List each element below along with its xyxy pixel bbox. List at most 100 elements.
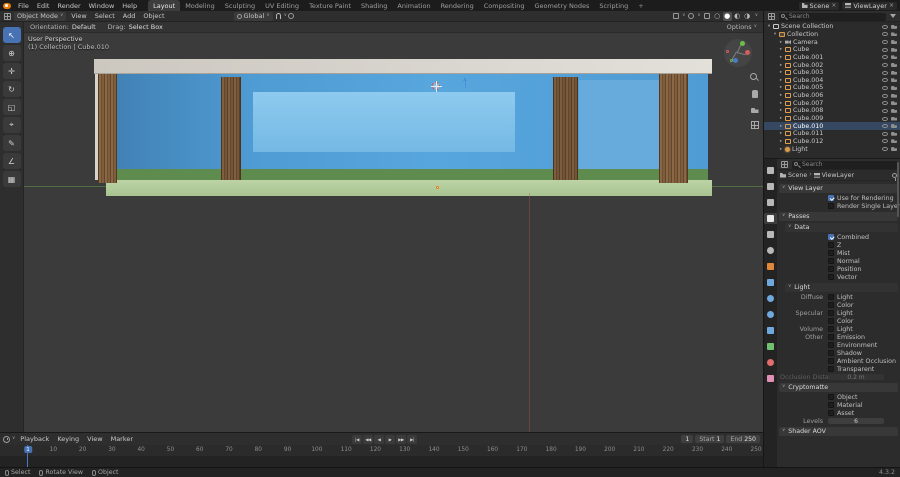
passes-light-panel-header[interactable]: ∨ Light bbox=[785, 283, 898, 292]
passes-panel-header[interactable]: ∨ Passes bbox=[779, 212, 898, 221]
checkbox-z[interactable] bbox=[828, 242, 834, 248]
expand-closed-icon[interactable]: ▸ bbox=[778, 63, 784, 68]
outliner-row[interactable]: ▸ Cube.004 bbox=[764, 76, 900, 84]
checkbox-environment[interactable] bbox=[828, 342, 834, 348]
outliner-row[interactable]: ▸ Light bbox=[764, 145, 900, 153]
transform-orientation-selector[interactable]: Global ∨ bbox=[233, 11, 273, 21]
toggle-render-icon[interactable] bbox=[891, 55, 897, 60]
property-row[interactable]: Color bbox=[778, 317, 899, 325]
outliner-row[interactable]: ▾ Scene Collection bbox=[764, 23, 900, 31]
expand-closed-icon[interactable]: ▸ bbox=[778, 139, 784, 144]
toggle-render-icon[interactable] bbox=[891, 116, 897, 121]
outliner-row[interactable]: ▸ Cube.001 bbox=[764, 54, 900, 62]
outliner-row[interactable]: ▸ Cube.007 bbox=[764, 99, 900, 107]
workspace-tab-scripting[interactable]: Scripting bbox=[594, 0, 633, 11]
checkbox-position[interactable] bbox=[828, 266, 834, 272]
timeline-menu-playback[interactable]: Playback bbox=[16, 435, 53, 444]
toggle-render-icon[interactable] bbox=[891, 40, 897, 45]
toggle-render-icon[interactable] bbox=[891, 147, 897, 152]
property-row[interactable]: Color bbox=[778, 301, 899, 309]
viewport-menu-view[interactable]: View bbox=[67, 12, 90, 21]
toggle-visibility-icon[interactable] bbox=[882, 108, 888, 113]
rotate-tool-button[interactable]: ↻ bbox=[2, 81, 21, 97]
wood-pillar-object[interactable] bbox=[553, 77, 578, 180]
workspace-tab-compositing[interactable]: Compositing bbox=[479, 0, 530, 11]
checkbox-color[interactable] bbox=[828, 302, 834, 308]
outliner-row[interactable]: ▸ Cube bbox=[764, 46, 900, 54]
property-row[interactable]: Occlusion Distance0.2 m bbox=[778, 373, 899, 381]
property-row[interactable]: Shadow bbox=[778, 349, 899, 357]
toggle-visibility-icon[interactable] bbox=[882, 85, 888, 90]
add-cube-tool-button[interactable]: ▦ bbox=[2, 171, 21, 187]
frame-start-field[interactable]: Start 1 bbox=[695, 435, 725, 443]
scene-selector[interactable]: Scene × bbox=[798, 1, 840, 10]
ortho-toggle-icon[interactable] bbox=[750, 121, 759, 129]
property-row[interactable]: Position bbox=[778, 265, 899, 273]
camera-view-icon[interactable] bbox=[750, 108, 759, 113]
cryptomatte-panel-header[interactable]: ∨ Cryptomatte bbox=[779, 383, 898, 392]
properties-tab-modifiers[interactable] bbox=[764, 277, 777, 288]
checkbox-shadow[interactable] bbox=[828, 350, 834, 356]
outliner-row[interactable]: ▸ Cube.002 bbox=[764, 61, 900, 69]
show-gizmo-icon[interactable] bbox=[673, 13, 680, 19]
expand-closed-icon[interactable]: ▸ bbox=[778, 47, 784, 52]
previous-keyframe-button[interactable]: ◀◀ bbox=[363, 434, 373, 444]
toggle-render-icon[interactable] bbox=[891, 47, 897, 52]
navigation-gizmo[interactable] bbox=[724, 39, 752, 67]
pan-hand-icon[interactable] bbox=[752, 90, 758, 98]
frame-ruler[interactable]: 10 20 30 40 50 60 70 80 90 100 110 120 130 140 150 160 1… bbox=[0, 445, 763, 457]
current-frame-field[interactable]: 1 bbox=[681, 435, 694, 443]
expand-closed-icon[interactable]: ▸ bbox=[778, 101, 784, 106]
checkbox-asset[interactable] bbox=[828, 410, 834, 416]
outliner-row[interactable]: ▸ Cube.011 bbox=[764, 130, 900, 138]
toggle-visibility-icon[interactable] bbox=[882, 147, 888, 152]
toggle-visibility-icon[interactable] bbox=[882, 63, 888, 68]
zoom-icon[interactable] bbox=[750, 73, 759, 82]
expand-closed-icon[interactable]: ▸ bbox=[778, 40, 784, 45]
outliner-row[interactable]: ▸ Cube.005 bbox=[764, 84, 900, 92]
workspace-tab-modeling[interactable]: Modeling bbox=[180, 0, 220, 11]
toggle-render-icon[interactable] bbox=[891, 101, 897, 106]
move-gizmo-z-arrow[interactable] bbox=[463, 77, 467, 88]
outliner-row[interactable]: ▸ Cube.003 bbox=[764, 69, 900, 77]
checkbox-emission[interactable] bbox=[828, 334, 834, 340]
cursor-tool-button[interactable]: ⊕ bbox=[2, 45, 21, 61]
toggle-render-icon[interactable] bbox=[891, 63, 897, 68]
wall-panel-center-object[interactable] bbox=[253, 92, 515, 152]
expand-closed-icon[interactable]: ▸ bbox=[778, 93, 784, 98]
viewport-menu-object[interactable]: Object bbox=[139, 12, 168, 21]
floor-front-object[interactable] bbox=[106, 180, 712, 196]
checkbox-color[interactable] bbox=[828, 318, 834, 324]
viewport-menu-add[interactable]: Add bbox=[119, 12, 140, 21]
blender-logo-icon[interactable] bbox=[3, 2, 11, 9]
toggle-render-icon[interactable] bbox=[891, 85, 897, 90]
outliner-row[interactable]: ▸ Cube.012 bbox=[764, 138, 900, 146]
outliner-row[interactable]: ▸ Camera bbox=[764, 38, 900, 46]
annotate-tool-button[interactable]: ✎ bbox=[2, 135, 21, 151]
property-row[interactable]: Mist bbox=[778, 249, 899, 257]
properties-tab-view-layer[interactable] bbox=[764, 213, 777, 224]
mode-selector[interactable]: Object Mode ∨ bbox=[14, 11, 67, 21]
outliner-search-input[interactable] bbox=[779, 12, 886, 21]
tweak-select-tool-button[interactable]: ↖ bbox=[2, 27, 21, 43]
toggle-visibility-icon[interactable] bbox=[882, 24, 888, 29]
expand-closed-icon[interactable]: ▸ bbox=[778, 124, 784, 129]
checkbox-material[interactable] bbox=[828, 402, 834, 408]
axis-y-negative-handle[interactable] bbox=[730, 59, 733, 62]
shading-material-preview-icon[interactable]: ◐ bbox=[733, 12, 742, 21]
floor-back-object[interactable] bbox=[100, 169, 708, 180]
expand-closed-icon[interactable]: ▸ bbox=[778, 108, 784, 113]
outliner-row[interactable]: ▸ Cube.009 bbox=[764, 115, 900, 123]
toggle-render-icon[interactable] bbox=[891, 108, 897, 113]
viewlayer-selector[interactable]: ViewLayer × bbox=[842, 1, 897, 10]
breadcrumb-scene[interactable]: Scene bbox=[788, 172, 807, 179]
properties-tab-object[interactable] bbox=[764, 261, 777, 272]
shader-aov-panel-header[interactable]: ∨ Shader AOV bbox=[779, 427, 898, 436]
wall-panel-right-object[interactable] bbox=[579, 80, 659, 169]
axis-x-negative-handle[interactable] bbox=[726, 50, 729, 53]
checkbox-light[interactable] bbox=[828, 326, 834, 332]
toggle-visibility-icon[interactable] bbox=[882, 93, 888, 98]
proportional-editing-icon[interactable] bbox=[287, 13, 294, 19]
properties-search-input[interactable] bbox=[792, 160, 898, 169]
timeline-menu-view[interactable]: View bbox=[83, 435, 106, 444]
